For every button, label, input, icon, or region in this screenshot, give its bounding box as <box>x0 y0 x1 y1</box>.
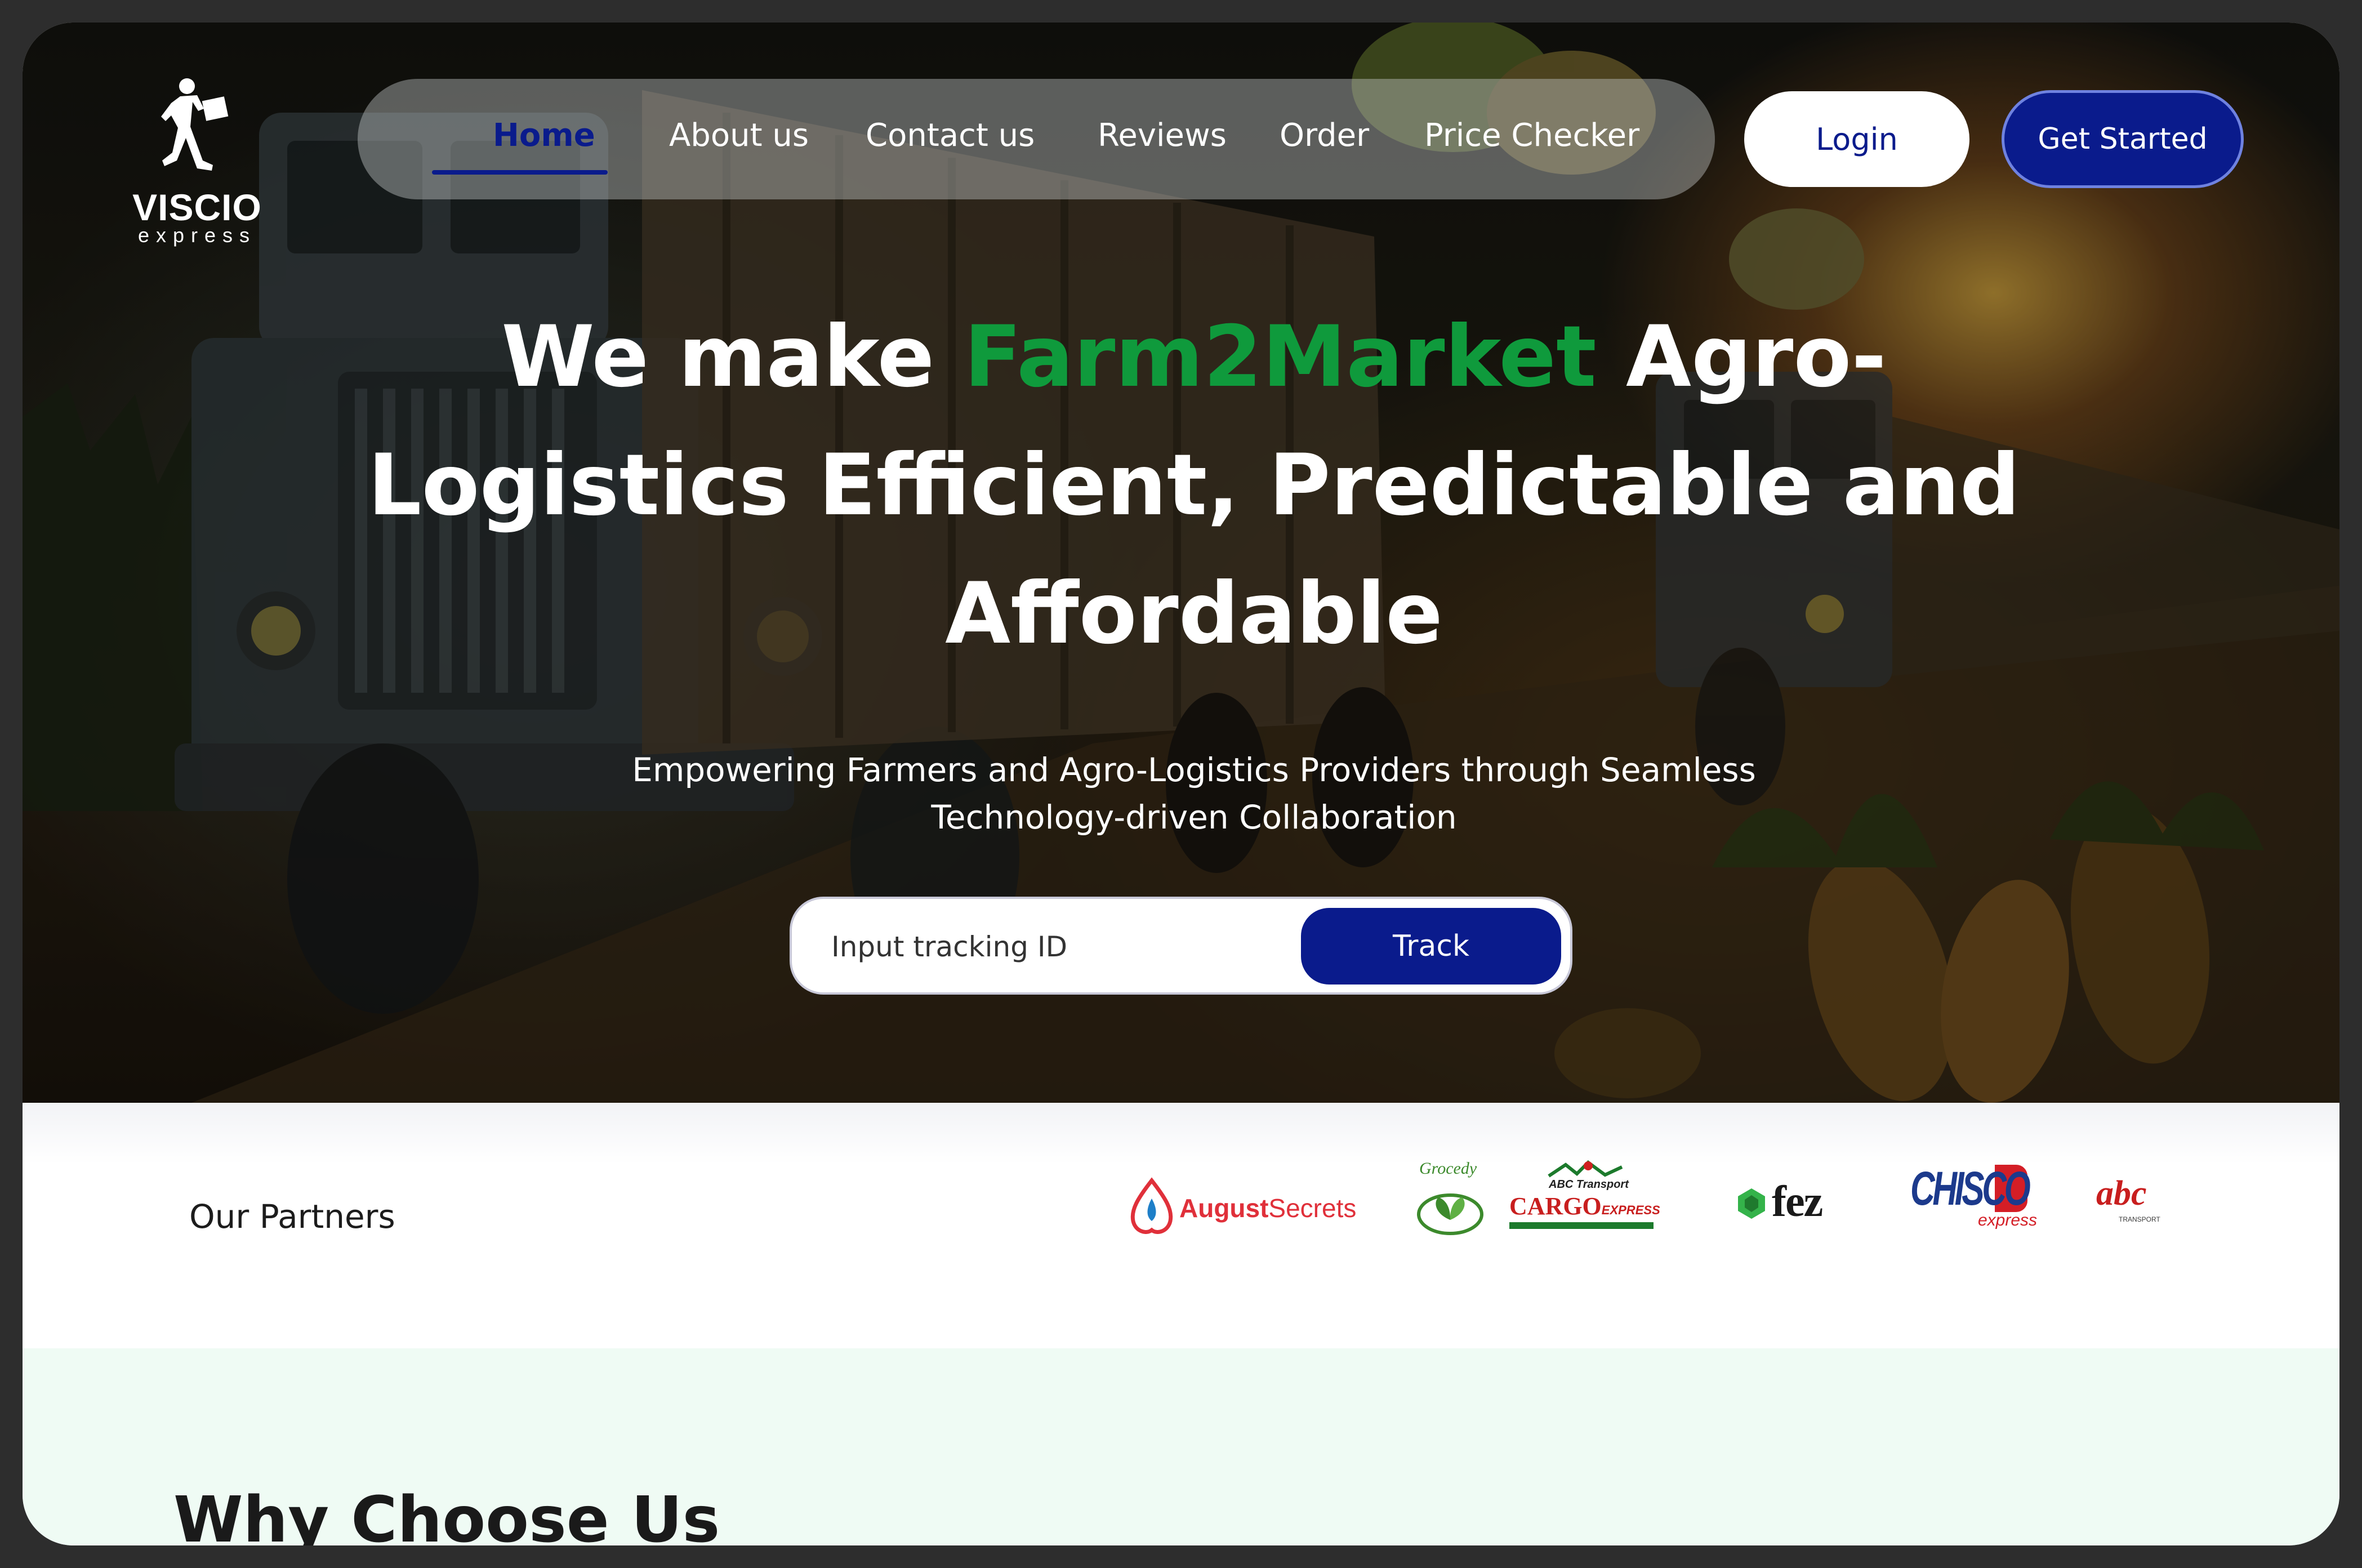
abc-transport-sub-text: TRANSPORT <box>2119 1215 2160 1223</box>
chisco-text: CHISCO <box>1910 1162 2031 1215</box>
partners-section: Our Partners AugustSecrets Grocedy ABC T… <box>23 1103 2339 1348</box>
nav-reviews[interactable]: Reviews <box>1098 117 1227 154</box>
headline-post: Agro- <box>1596 308 1887 406</box>
nav-about-us[interactable]: About us <box>669 117 809 154</box>
main-nav: Home About us Contact us Reviews Order P… <box>358 79 1715 199</box>
tracking-id-input[interactable] <box>831 927 1271 966</box>
headline-line-3: Affordable <box>945 565 1443 663</box>
partners-title: Our Partners <box>189 1197 395 1236</box>
partner-logo-augustsecrets: AugustSecrets <box>1121 1170 1385 1244</box>
augustsecrets-part1: August <box>1179 1193 1269 1223</box>
fez-text: fez <box>1772 1177 1823 1226</box>
tracking-form: Track <box>790 897 1572 995</box>
login-button[interactable]: Login <box>1744 91 1969 187</box>
abc-cargo-top-text: ABC Transport <box>1549 1178 1629 1191</box>
hero-headline: We make Farm2Market Agro- Logistics Effi… <box>304 293 2084 678</box>
headline-pre: We make <box>501 308 964 406</box>
headline-line-2: Logistics Efficient, Predictable and <box>367 436 2021 534</box>
augustsecrets-flame-icon <box>1130 1177 1173 1234</box>
nav-active-underline <box>432 170 608 175</box>
subheadline-line-2: Technology-driven Collaboration <box>931 798 1457 836</box>
nav-contact-us[interactable]: Contact us <box>866 117 1035 154</box>
abc-cargo-main-text: CARGO <box>1509 1192 1602 1220</box>
partner-logo-fez: fez <box>1735 1170 1847 1232</box>
partner-logo-grocedy: Grocedy <box>1414 1159 1492 1238</box>
why-choose-us-section: Why Choose Us <box>23 1348 2339 1545</box>
why-choose-us-title: Why Choose Us <box>173 1484 720 1545</box>
nav-price-checker[interactable]: Price Checker <box>1424 117 1639 154</box>
fez-hexagon-icon <box>1738 1188 1765 1219</box>
subheadline-line-1: Empowering Farmers and Agro-Logistics Pr… <box>632 751 1756 789</box>
browser-frame: VISCIO express Home About us Contact us … <box>23 23 2339 1545</box>
hero-subheadline: Empowering Farmers and Agro-Logistics Pr… <box>529 746 1859 841</box>
partner-logo-abc-cargo-express: ABC Transport CARGOEXPRESS <box>1509 1159 1661 1238</box>
partner-logo-chisco: CHISCO express <box>1910 1159 2040 1238</box>
viscio-logo[interactable]: VISCIO express <box>113 76 282 247</box>
partner-logo-abc-transport: abc TRANSPORT <box>2096 1170 2169 1232</box>
chisco-sub-text: express <box>1978 1211 2038 1230</box>
headline-highlight: Farm2Market <box>964 308 1597 406</box>
track-button[interactable]: Track <box>1301 908 1561 985</box>
get-started-button[interactable]: Get Started <box>2002 90 2244 188</box>
grocedy-leaf-icon <box>1417 1193 1483 1235</box>
abc-text: abc <box>2096 1174 2147 1213</box>
logo-name: VISCIO <box>132 186 262 228</box>
delivery-man-icon <box>161 78 229 171</box>
augustsecrets-part2: Secrets <box>1268 1193 1357 1223</box>
nav-home[interactable]: Home <box>493 117 595 154</box>
abc-cargo-suffix-text: EXPRESS <box>1601 1203 1660 1217</box>
logo-tagline: express <box>137 224 257 247</box>
grocedy-text: Grocedy <box>1419 1159 1477 1178</box>
nav-order[interactable]: Order <box>1280 117 1369 154</box>
hero-section: VISCIO express Home About us Contact us … <box>23 23 2339 1103</box>
abc-cargo-green-bar <box>1509 1222 1654 1229</box>
